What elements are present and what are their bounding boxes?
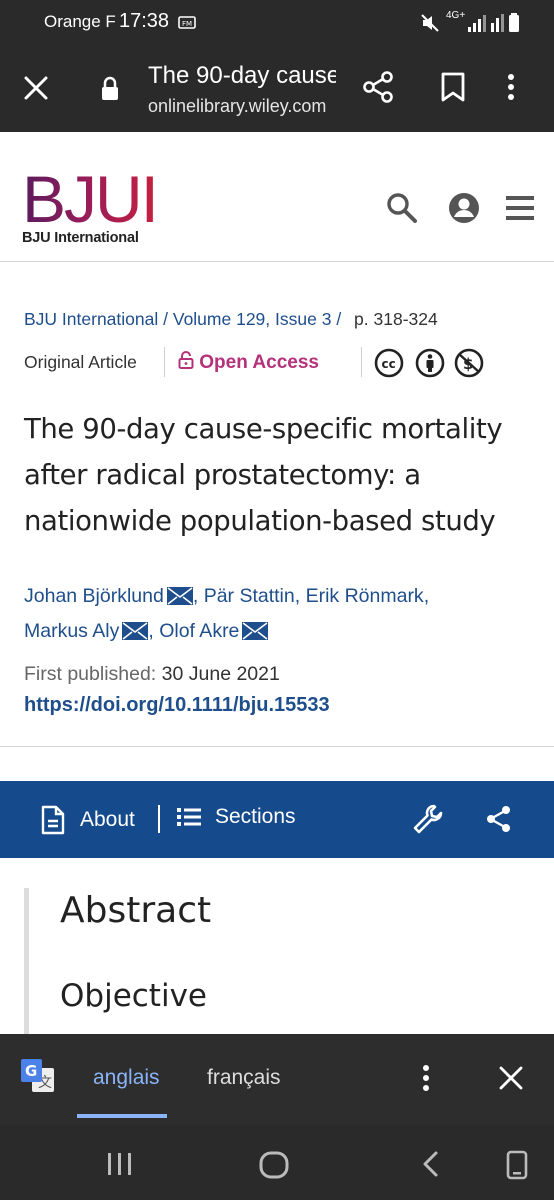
article-title: The 90-day cause-specific mortality afte… bbox=[24, 413, 503, 537]
sections-button[interactable]: Sections bbox=[177, 805, 296, 829]
article-type-row: Original Article Open Access cc $ bbox=[24, 345, 534, 379]
breadcrumb-issue[interactable]: Volume 129, Issue 3 bbox=[173, 309, 332, 329]
author-name[interactable]: Olof Akre bbox=[159, 620, 239, 642]
doi-link[interactable]: https://doi.org/10.1111/bju.15533 bbox=[24, 694, 330, 717]
source-language-tab[interactable]: anglais bbox=[93, 1066, 160, 1090]
article-type: Original Article bbox=[24, 352, 137, 372]
back-icon[interactable] bbox=[420, 1150, 442, 1183]
url-bar[interactable]: onlinelibrary.wiley.com bbox=[148, 96, 326, 117]
author-name[interactable]: Markus Aly bbox=[24, 620, 119, 642]
selected-tab-indicator bbox=[77, 1114, 167, 1118]
svg-text:FM: FM bbox=[182, 20, 192, 28]
author-1[interactable]: Johan Björklund bbox=[24, 585, 193, 607]
battery-icon bbox=[508, 13, 520, 38]
more-options-icon[interactable] bbox=[421, 1064, 431, 1097]
signal-icon bbox=[467, 13, 489, 38]
open-access-badge: Open Access bbox=[178, 351, 319, 374]
creative-commons-icons[interactable]: cc $ bbox=[374, 348, 508, 383]
wrench-icon[interactable] bbox=[412, 803, 444, 840]
list-icon bbox=[177, 808, 201, 826]
about-button[interactable]: About bbox=[40, 805, 135, 835]
lock-icon[interactable] bbox=[100, 76, 120, 107]
email-icon[interactable] bbox=[122, 618, 149, 650]
clock: 17:38 bbox=[119, 10, 170, 32]
breadcrumb-journal[interactable]: BJU International bbox=[24, 309, 158, 329]
close-tab-icon[interactable] bbox=[22, 74, 50, 107]
share-icon[interactable] bbox=[486, 805, 512, 838]
bookmark-icon[interactable] bbox=[440, 72, 466, 107]
about-label: About bbox=[80, 808, 135, 831]
target-language-tab[interactable]: français bbox=[207, 1066, 281, 1090]
search-icon[interactable] bbox=[386, 192, 418, 229]
email-icon[interactable] bbox=[166, 583, 193, 615]
first-published-date: 30 June 2021 bbox=[161, 663, 280, 685]
email-icon[interactable] bbox=[242, 618, 269, 650]
user-account-icon[interactable] bbox=[448, 192, 480, 229]
bjui-logo[interactable]: BJUI BJU International bbox=[22, 166, 172, 248]
carrier-name: Orange F bbox=[44, 12, 116, 31]
breadcrumb: BJU International / Volume 129, Issue 3 … bbox=[24, 309, 438, 329]
share-icon[interactable] bbox=[361, 70, 395, 109]
author-2[interactable]: Pär Stattin bbox=[204, 585, 295, 607]
system-navigation-bar bbox=[0, 1126, 554, 1200]
abstract-rule bbox=[24, 888, 29, 1038]
google-translate-icon[interactable]: 文 G bbox=[20, 1058, 56, 1099]
keyboard-switch-icon[interactable] bbox=[506, 1150, 528, 1185]
sections-label: Sections bbox=[215, 805, 296, 828]
divider bbox=[0, 746, 554, 747]
divider bbox=[164, 347, 165, 377]
close-icon[interactable] bbox=[498, 1065, 524, 1096]
browser-toolbar: The 90-day cause-specific mortality afte… bbox=[0, 46, 554, 132]
author-name[interactable]: Johan Björklund bbox=[24, 585, 164, 607]
signal2-icon bbox=[490, 13, 504, 38]
hamburger-menu-icon[interactable] bbox=[506, 195, 534, 226]
home-icon[interactable] bbox=[258, 1150, 292, 1185]
site-header: BJUI BJU International bbox=[0, 132, 554, 262]
page-tab-title[interactable]: The 90-day cause-specific mortality afte… bbox=[148, 62, 336, 90]
document-icon bbox=[41, 805, 65, 835]
author-5[interactable]: Olof Akre bbox=[159, 620, 269, 642]
svg-text:cc: cc bbox=[382, 357, 396, 371]
divider bbox=[158, 805, 160, 833]
translate-bar: 文 G anglais français bbox=[0, 1034, 554, 1126]
network-type-icon: 4G+ bbox=[446, 10, 466, 21]
open-access-label: Open Access bbox=[199, 352, 319, 373]
page-range: p. 318-324 bbox=[354, 309, 438, 329]
article-navbar: About Sections bbox=[0, 781, 554, 858]
objective-heading: Objective bbox=[60, 978, 207, 1014]
author-3[interactable]: Erik Rönmark bbox=[306, 585, 424, 607]
author-list: Johan Björklund, Pär Stattin, Erik Rönma… bbox=[24, 580, 534, 650]
first-published-label: First published: bbox=[24, 663, 157, 685]
author-4[interactable]: Markus Aly bbox=[24, 620, 149, 642]
mute-icon bbox=[420, 13, 440, 38]
more-options-icon[interactable] bbox=[506, 72, 516, 107]
status-bar: Orange F 17:38 FM 4G+ bbox=[0, 0, 554, 46]
recent-apps-icon[interactable] bbox=[105, 1152, 135, 1181]
divider bbox=[361, 347, 362, 377]
svg-text:G: G bbox=[25, 1062, 37, 1080]
first-published: First published: 30 June 2021 bbox=[24, 663, 280, 686]
open-lock-icon bbox=[178, 351, 194, 369]
logo-letters: BJUI bbox=[22, 166, 172, 232]
radio-icon: FM bbox=[178, 15, 196, 34]
abstract-heading: Abstract bbox=[60, 890, 212, 931]
